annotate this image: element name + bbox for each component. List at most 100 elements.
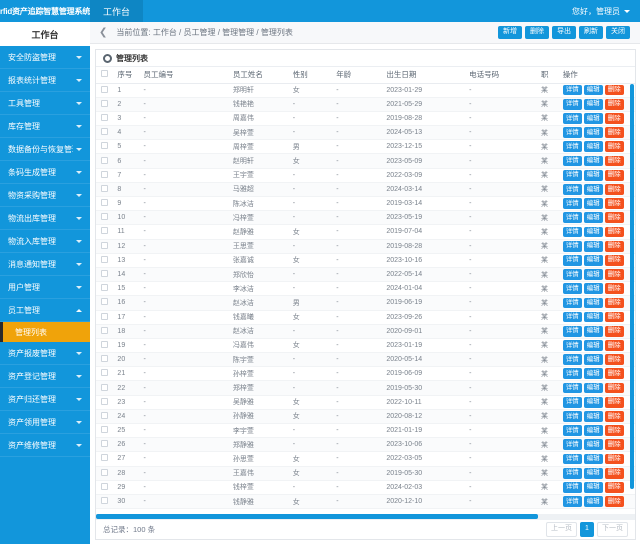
chevron-left-icon[interactable]: ❮ — [96, 27, 110, 38]
row-action-detail-button[interactable]: 详情 — [562, 467, 582, 479]
row-checkbox[interactable] — [101, 355, 109, 363]
row-action-detail-button[interactable]: 详情 — [562, 325, 582, 337]
toolbar-button-1[interactable]: 删除 — [525, 26, 549, 39]
row-checkbox[interactable] — [101, 113, 109, 121]
row-action-detail-button[interactable]: 详情 — [562, 439, 582, 451]
row-action-edit-button[interactable]: 编辑 — [583, 481, 603, 493]
toolbar-button-4[interactable]: 关闭 — [606, 26, 630, 39]
row-action-edit-button[interactable]: 编辑 — [583, 467, 603, 479]
row-action-del-button[interactable]: 删除 — [604, 467, 624, 479]
row-action-edit-button[interactable]: 编辑 — [583, 425, 603, 436]
row-checkbox[interactable] — [101, 298, 109, 306]
row-action-del-button[interactable]: 删除 — [604, 396, 624, 408]
row-action-edit-button[interactable]: 编辑 — [583, 496, 603, 507]
row-action-del-button[interactable]: 删除 — [604, 354, 624, 366]
toolbar-button-2[interactable]: 导出 — [552, 26, 576, 39]
row-checkbox[interactable] — [101, 170, 109, 178]
row-checkbox[interactable] — [101, 426, 109, 434]
row-action-del-button[interactable]: 删除 — [604, 240, 624, 252]
row-checkbox[interactable] — [101, 85, 109, 93]
column-header-age[interactable]: 年龄 — [332, 67, 383, 84]
row-action-del-button[interactable]: 删除 — [604, 283, 624, 295]
table-row[interactable]: 4- 吴梓萱 - -2024-05-13- 某详情 编辑 删除 — [96, 125, 635, 141]
row-action-detail-button[interactable]: 详情 — [562, 198, 582, 209]
table-row[interactable]: 26- 郑静雅 - -2023-10-06- 某详情 编辑 删除 — [96, 437, 635, 453]
row-checkbox[interactable] — [101, 227, 109, 235]
row-action-detail-button[interactable]: 详情 — [562, 113, 582, 124]
sidebar-item-0[interactable]: 安全防盗管理 — [0, 46, 90, 69]
select-all-checkbox[interactable] — [101, 70, 109, 78]
row-action-del-button[interactable]: 删除 — [604, 226, 624, 238]
row-action-del-button[interactable]: 删除 — [604, 127, 624, 139]
row-checkbox[interactable] — [101, 454, 109, 462]
table-row[interactable]: 9- 陈冰洁 - -2019-03-14- 某详情 编辑 删除 — [96, 196, 635, 212]
row-action-del-button[interactable]: 删除 — [604, 425, 624, 436]
table-row[interactable]: 5- 周梓萱男 -2023-12-15- 某详情 编辑 删除 — [96, 139, 635, 155]
table-row[interactable]: 3- 周嘉伟 - -2019-08-28- 某详情 编辑 删除 — [96, 111, 635, 127]
table-row[interactable]: 11- 赵静雅女 -2019-07-04- 某详情 编辑 删除 — [96, 224, 635, 240]
row-action-edit-button[interactable]: 编辑 — [583, 396, 603, 408]
row-action-edit-button[interactable]: 编辑 — [583, 297, 603, 309]
column-header-name[interactable]: 员工姓名 — [228, 67, 289, 84]
row-action-detail-button[interactable]: 详情 — [562, 382, 582, 394]
row-action-del-button[interactable]: 删除 — [604, 269, 624, 280]
row-action-edit-button[interactable]: 编辑 — [583, 98, 603, 110]
sidebar-item-3[interactable]: 库存管理 — [0, 115, 90, 138]
row-checkbox[interactable] — [101, 270, 109, 278]
row-action-edit-button[interactable]: 编辑 — [583, 84, 603, 96]
vertical-scrollbar-thumb[interactable] — [630, 84, 634, 489]
row-action-edit-button[interactable]: 编辑 — [583, 226, 603, 238]
row-action-edit-button[interactable]: 编辑 — [583, 212, 603, 224]
row-action-detail-button[interactable]: 详情 — [562, 311, 582, 323]
row-action-detail-button[interactable]: 详情 — [562, 84, 582, 96]
table-row[interactable]: 7- 王宇萱 - -2022-03-09- 某详情 编辑 删除 — [96, 168, 635, 183]
row-checkbox[interactable] — [101, 411, 109, 419]
row-action-del-button[interactable]: 删除 — [604, 368, 624, 380]
row-action-edit-button[interactable]: 编辑 — [583, 169, 603, 181]
row-checkbox[interactable] — [101, 213, 109, 221]
row-action-edit-button[interactable]: 编辑 — [583, 254, 603, 266]
row-checkbox[interactable] — [101, 99, 109, 107]
row-action-edit-button[interactable]: 编辑 — [583, 240, 603, 252]
row-checkbox[interactable] — [101, 128, 109, 136]
row-action-del-button[interactable]: 删除 — [604, 411, 624, 422]
table-row[interactable]: 6- 赵明轩女 -2023-05-09- 某详情 编辑 删除 — [96, 153, 635, 169]
row-action-edit-button[interactable]: 编辑 — [583, 368, 603, 380]
table-row[interactable]: 14- 郑欣怡 - -2022-05-14- 某详情 编辑 删除 — [96, 267, 635, 283]
row-checkbox[interactable] — [101, 199, 109, 207]
sidebar-item-13[interactable]: 资产登记管理 — [0, 365, 90, 388]
table-row[interactable]: 18- 赵冰洁 - -2020-09-01- 某详情 编辑 删除 — [96, 324, 635, 339]
table-row[interactable]: 28- 王嘉伟女 -2019-05-30- 某详情 编辑 删除 — [96, 466, 635, 481]
row-action-detail-button[interactable]: 详情 — [562, 155, 582, 167]
table-scroll-area[interactable]: 序号 员工编号 员工姓名 性别 年龄 出生日期 电话号码 职 操作 1 - 郑明… — [96, 67, 635, 514]
row-action-edit-button[interactable]: 编辑 — [583, 340, 603, 351]
row-action-del-button[interactable]: 删除 — [604, 98, 624, 110]
sidebar-item-5[interactable]: 条码生成管理 — [0, 161, 90, 184]
row-checkbox[interactable] — [101, 482, 109, 490]
toolbar-button-3[interactable]: 刷新 — [579, 26, 603, 39]
table-row[interactable]: 16- 赵冰洁男 -2019-06-19- 某详情 编辑 删除 — [96, 295, 635, 311]
vertical-scrollbar[interactable] — [630, 84, 634, 514]
row-action-del-button[interactable]: 删除 — [604, 141, 624, 153]
row-action-detail-button[interactable]: 详情 — [562, 127, 582, 139]
row-checkbox[interactable] — [101, 440, 109, 448]
row-action-detail-button[interactable]: 详情 — [562, 283, 582, 295]
page-number-button[interactable]: 1 — [580, 522, 594, 537]
table-row[interactable]: 12- 王思萱 - -2019-08-28- 某详情 编辑 删除 — [96, 239, 635, 254]
row-checkbox[interactable] — [101, 184, 109, 192]
row-action-detail-button[interactable]: 详情 — [562, 396, 582, 408]
column-header-position[interactable]: 职 — [536, 67, 559, 84]
row-checkbox[interactable] — [101, 397, 109, 405]
row-action-detail-button[interactable]: 详情 — [562, 226, 582, 238]
row-action-del-button[interactable]: 删除 — [604, 325, 624, 337]
row-action-detail-button[interactable]: 详情 — [562, 169, 582, 181]
user-menu[interactable]: 您好，管理员 — [572, 0, 640, 22]
table-row[interactable]: 29- 钱梓萱 - -2024-02-03- 某详情 编辑 删除 — [96, 480, 635, 495]
row-action-del-button[interactable]: 删除 — [604, 297, 624, 309]
table-row[interactable]: 21- 孙梓萱 - -2019-06-09- 某详情 编辑 删除 — [96, 366, 635, 382]
row-checkbox[interactable] — [101, 142, 109, 150]
row-action-edit-button[interactable]: 编辑 — [583, 325, 603, 337]
row-action-del-button[interactable]: 删除 — [604, 311, 624, 323]
row-action-edit-button[interactable]: 编辑 — [583, 141, 603, 153]
row-checkbox[interactable] — [101, 468, 109, 476]
